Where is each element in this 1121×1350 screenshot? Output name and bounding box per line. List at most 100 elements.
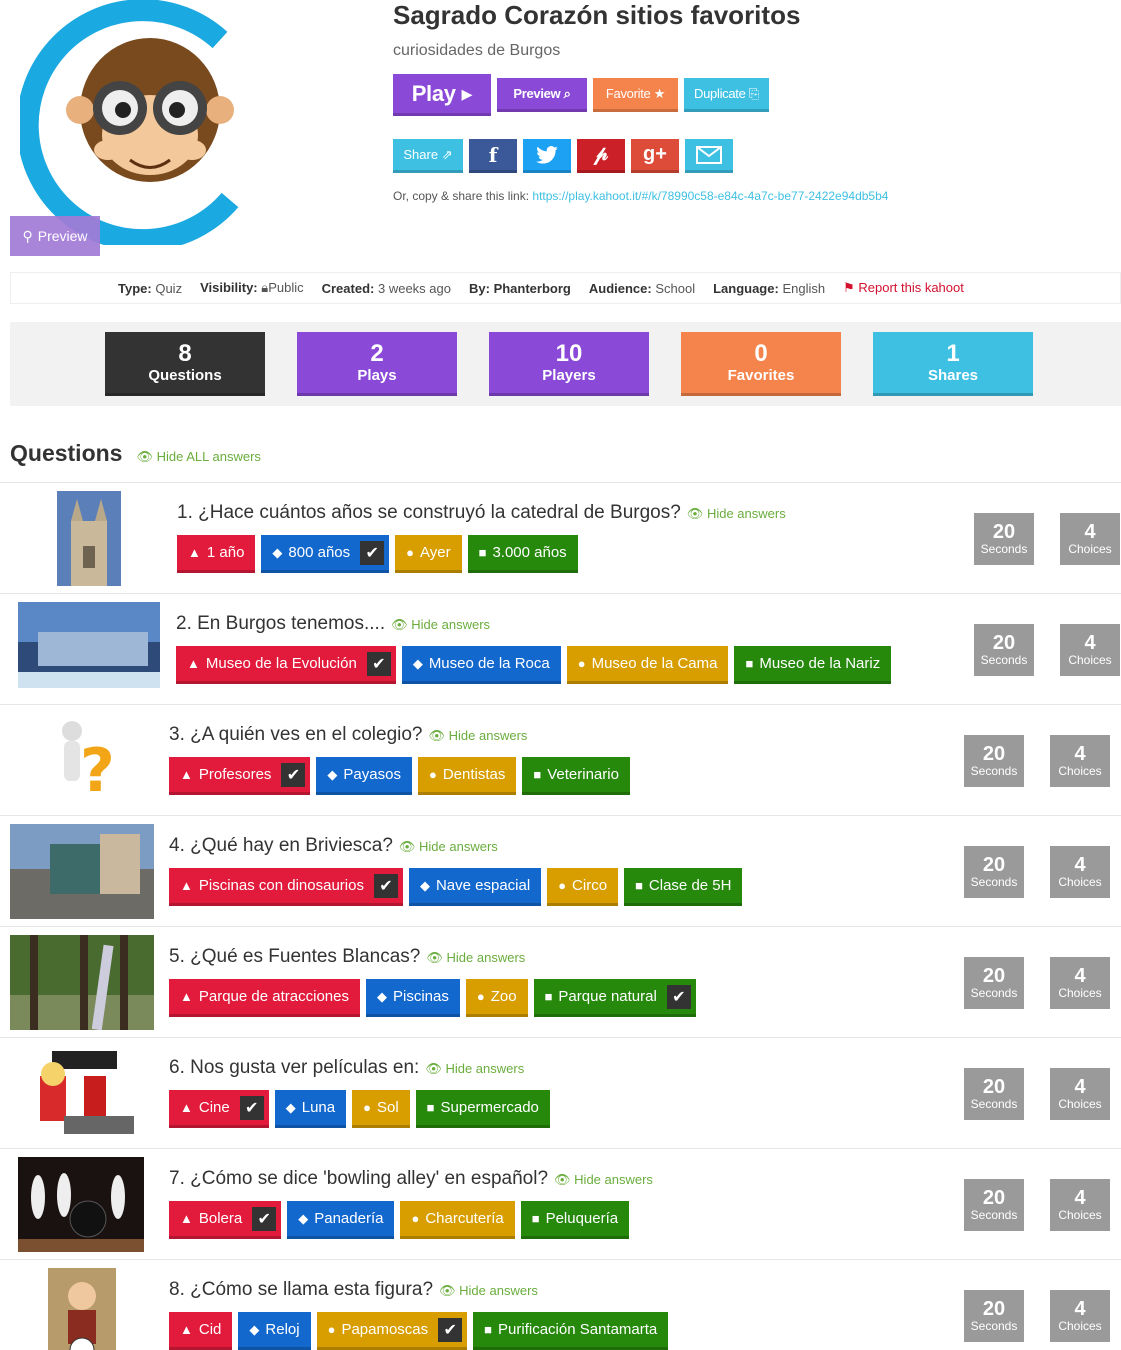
eye-slash-icon: 👁︎ (426, 950, 443, 965)
question-title: 4. ¿Qué hay en Briviesca? 👁︎ Hide answers (169, 835, 498, 857)
meta-visibility: Visibility: 🔒︎Public (200, 280, 304, 295)
question-image (18, 602, 160, 693)
question-title: 7. ¿Cómo se dice 'bowling alley' en espa… (169, 1168, 653, 1190)
answer-option: ▲ Cid (169, 1312, 233, 1350)
hide-answers-link[interactable]: 👁︎ Hide answers (391, 617, 490, 632)
share-buttons: Share ⇗ f 𝓅 g+ (393, 139, 733, 173)
hide-answers-label: Hide answers (448, 728, 528, 743)
answer-text: Cid (198, 1321, 222, 1338)
answer-text: Museo de la Roca (428, 655, 550, 672)
triangle-icon: ▲ (180, 767, 193, 782)
answer-text: Reloj (265, 1321, 300, 1338)
diamond-icon: ◆ (327, 766, 338, 782)
eye-slash-icon: 👁︎ (398, 839, 416, 854)
stat-players: 10 Players (489, 332, 649, 396)
question-text: 2. En Burgos tenemos.... (176, 613, 386, 634)
cover-preview-label: Preview (37, 228, 88, 244)
cover-preview-button[interactable]: ⚲ Preview (10, 216, 100, 256)
time-limit-tile: 20 Seconds (974, 513, 1034, 565)
share-button[interactable]: Share ⇗ (393, 139, 463, 173)
question-row: 2. En Burgos tenemos.... 👁︎ Hide answers ▲… (0, 593, 1121, 704)
answer-text: Papamoscas (341, 1321, 429, 1338)
kahoot-title: Sagrado Corazón sitios favoritos (393, 0, 801, 30)
question-row: 7. ¿Cómo se dice 'bowling alley' en espa… (0, 1148, 1121, 1259)
report-link[interactable]: ⚑ Report this kahoot (843, 280, 964, 296)
action-buttons: Play ▸ Preview ⌕ Favorite ★ Duplicate ⎘ (393, 74, 769, 116)
question-title: 8. ¿Cómo se llama esta figura? 👁︎ Hide an… (169, 1279, 538, 1301)
share-link[interactable]: https://play.kahoot.it/#/k/78990c58-e84c… (532, 189, 888, 203)
square-icon: ■ (544, 989, 553, 1004)
choices-count-tile: 4 Choices (1050, 957, 1110, 1009)
hide-answers-link[interactable]: 👁︎ Hide answers (687, 506, 786, 521)
answer-text: Payasos (343, 766, 401, 783)
preview-button[interactable]: Preview ⌕ (497, 78, 587, 112)
answer-list: ▲ Bolera ✔ ◆ Panadería ● Charcutería ■ Peluquerí… (169, 1201, 630, 1239)
answer-option: ■ Supermercado (415, 1090, 550, 1128)
tile-label: Choices (1068, 542, 1112, 556)
answer-text: Nave espacial (435, 877, 531, 894)
question-image (57, 491, 121, 591)
circle-icon: ● (411, 1211, 420, 1226)
answer-option: ● Zoo (465, 979, 528, 1017)
diamond-icon: ◆ (285, 1099, 296, 1115)
question-image (48, 1268, 116, 1350)
answer-option: ◆ 800 años ✔ (261, 535, 390, 573)
hide-answers-link[interactable]: 👁︎ Hide answers (554, 1172, 653, 1187)
tile-label: Choices (1058, 986, 1102, 1000)
hide-answers-link[interactable]: 👁︎ Hide answers (399, 839, 498, 854)
answer-text: Panadería (314, 1210, 384, 1227)
hide-answers-link[interactable]: 👁︎ Hide answers (426, 950, 525, 965)
duplicate-button[interactable]: Duplicate ⎘ (684, 78, 769, 112)
question-list: 1. ¿Hace cuántos años se construyó la ca… (0, 482, 1121, 1350)
square-icon: ■ (478, 545, 487, 560)
pinterest-icon[interactable]: 𝓅 (577, 139, 625, 173)
question-info-tiles: 20 Seconds 4 Choices (964, 1068, 1110, 1120)
stat-favorites: 0 Favorites (681, 332, 841, 396)
search-icon: ⚲ (22, 227, 33, 244)
triangle-icon: ▲ (188, 545, 201, 560)
answer-text: Zoo (490, 988, 517, 1005)
hide-all-answers-link[interactable]: 👁︎ Hide ALL answers (136, 449, 260, 465)
google-plus-icon[interactable]: g+ (631, 139, 679, 173)
stat-label: Favorites (727, 367, 795, 384)
tile-label: Choices (1068, 653, 1112, 667)
question-image (18, 1157, 144, 1257)
tile-number: 20 (992, 521, 1016, 543)
answer-option: ● Ayer (395, 535, 462, 573)
hide-answers-link[interactable]: 👁︎ Hide answers (429, 728, 528, 743)
facebook-icon[interactable]: f (469, 139, 517, 173)
stat-number: 8 (178, 340, 192, 367)
triangle-icon: ▲ (180, 1211, 193, 1226)
kahoot-subtitle: curiosidades de Burgos (393, 42, 561, 59)
answer-option: ◆ Museo de la Roca (401, 646, 561, 684)
hide-answers-link[interactable]: 👁︎ Hide answers (425, 1061, 524, 1076)
diamond-icon: ◆ (419, 877, 430, 893)
favorite-button[interactable]: Favorite ★ (593, 78, 678, 112)
question-image (34, 1046, 134, 1141)
choices-count-tile: 4 Choices (1050, 1068, 1110, 1120)
tile-number: 20 (982, 854, 1006, 876)
meta-type: Type: Quiz (118, 280, 183, 296)
play-button[interactable]: Play ▸ (393, 74, 491, 116)
question-row: 1. ¿Hace cuántos años se construyó la ca… (0, 482, 1121, 593)
share-link-prefix: Or, copy & share this link: (393, 189, 530, 203)
email-icon[interactable] (685, 139, 733, 173)
tile-label: Seconds (970, 1097, 1018, 1111)
circle-icon: ● (406, 545, 415, 560)
eye-slash-icon: 👁︎ (391, 617, 408, 632)
question-row: 6. Nos gusta ver películas en: 👁︎ Hide an… (0, 1037, 1121, 1148)
question-image: ? (50, 713, 125, 806)
square-icon: ■ (531, 1211, 540, 1226)
answer-option: ◆ Reloj (238, 1312, 311, 1350)
eye-slash-icon: 👁︎ (686, 506, 704, 521)
circle-icon: ● (327, 1322, 336, 1337)
time-limit-tile: 20 Seconds (964, 1290, 1024, 1342)
tile-number: 20 (982, 1076, 1006, 1098)
hide-answers-link[interactable]: 👁︎ Hide answers (439, 1283, 538, 1298)
checkmark-icon: ✔ (373, 873, 398, 898)
question-text: 8. ¿Cómo se llama esta figura? (169, 1279, 434, 1300)
hide-answers-label: Hide answers (411, 617, 491, 632)
stats-bar: 8 Questions 2 Plays 10 Players 0 Favorites 1 Shar… (10, 322, 1121, 406)
twitter-icon[interactable] (523, 139, 571, 173)
question-text: 5. ¿Qué es Fuentes Blancas? (169, 946, 421, 967)
